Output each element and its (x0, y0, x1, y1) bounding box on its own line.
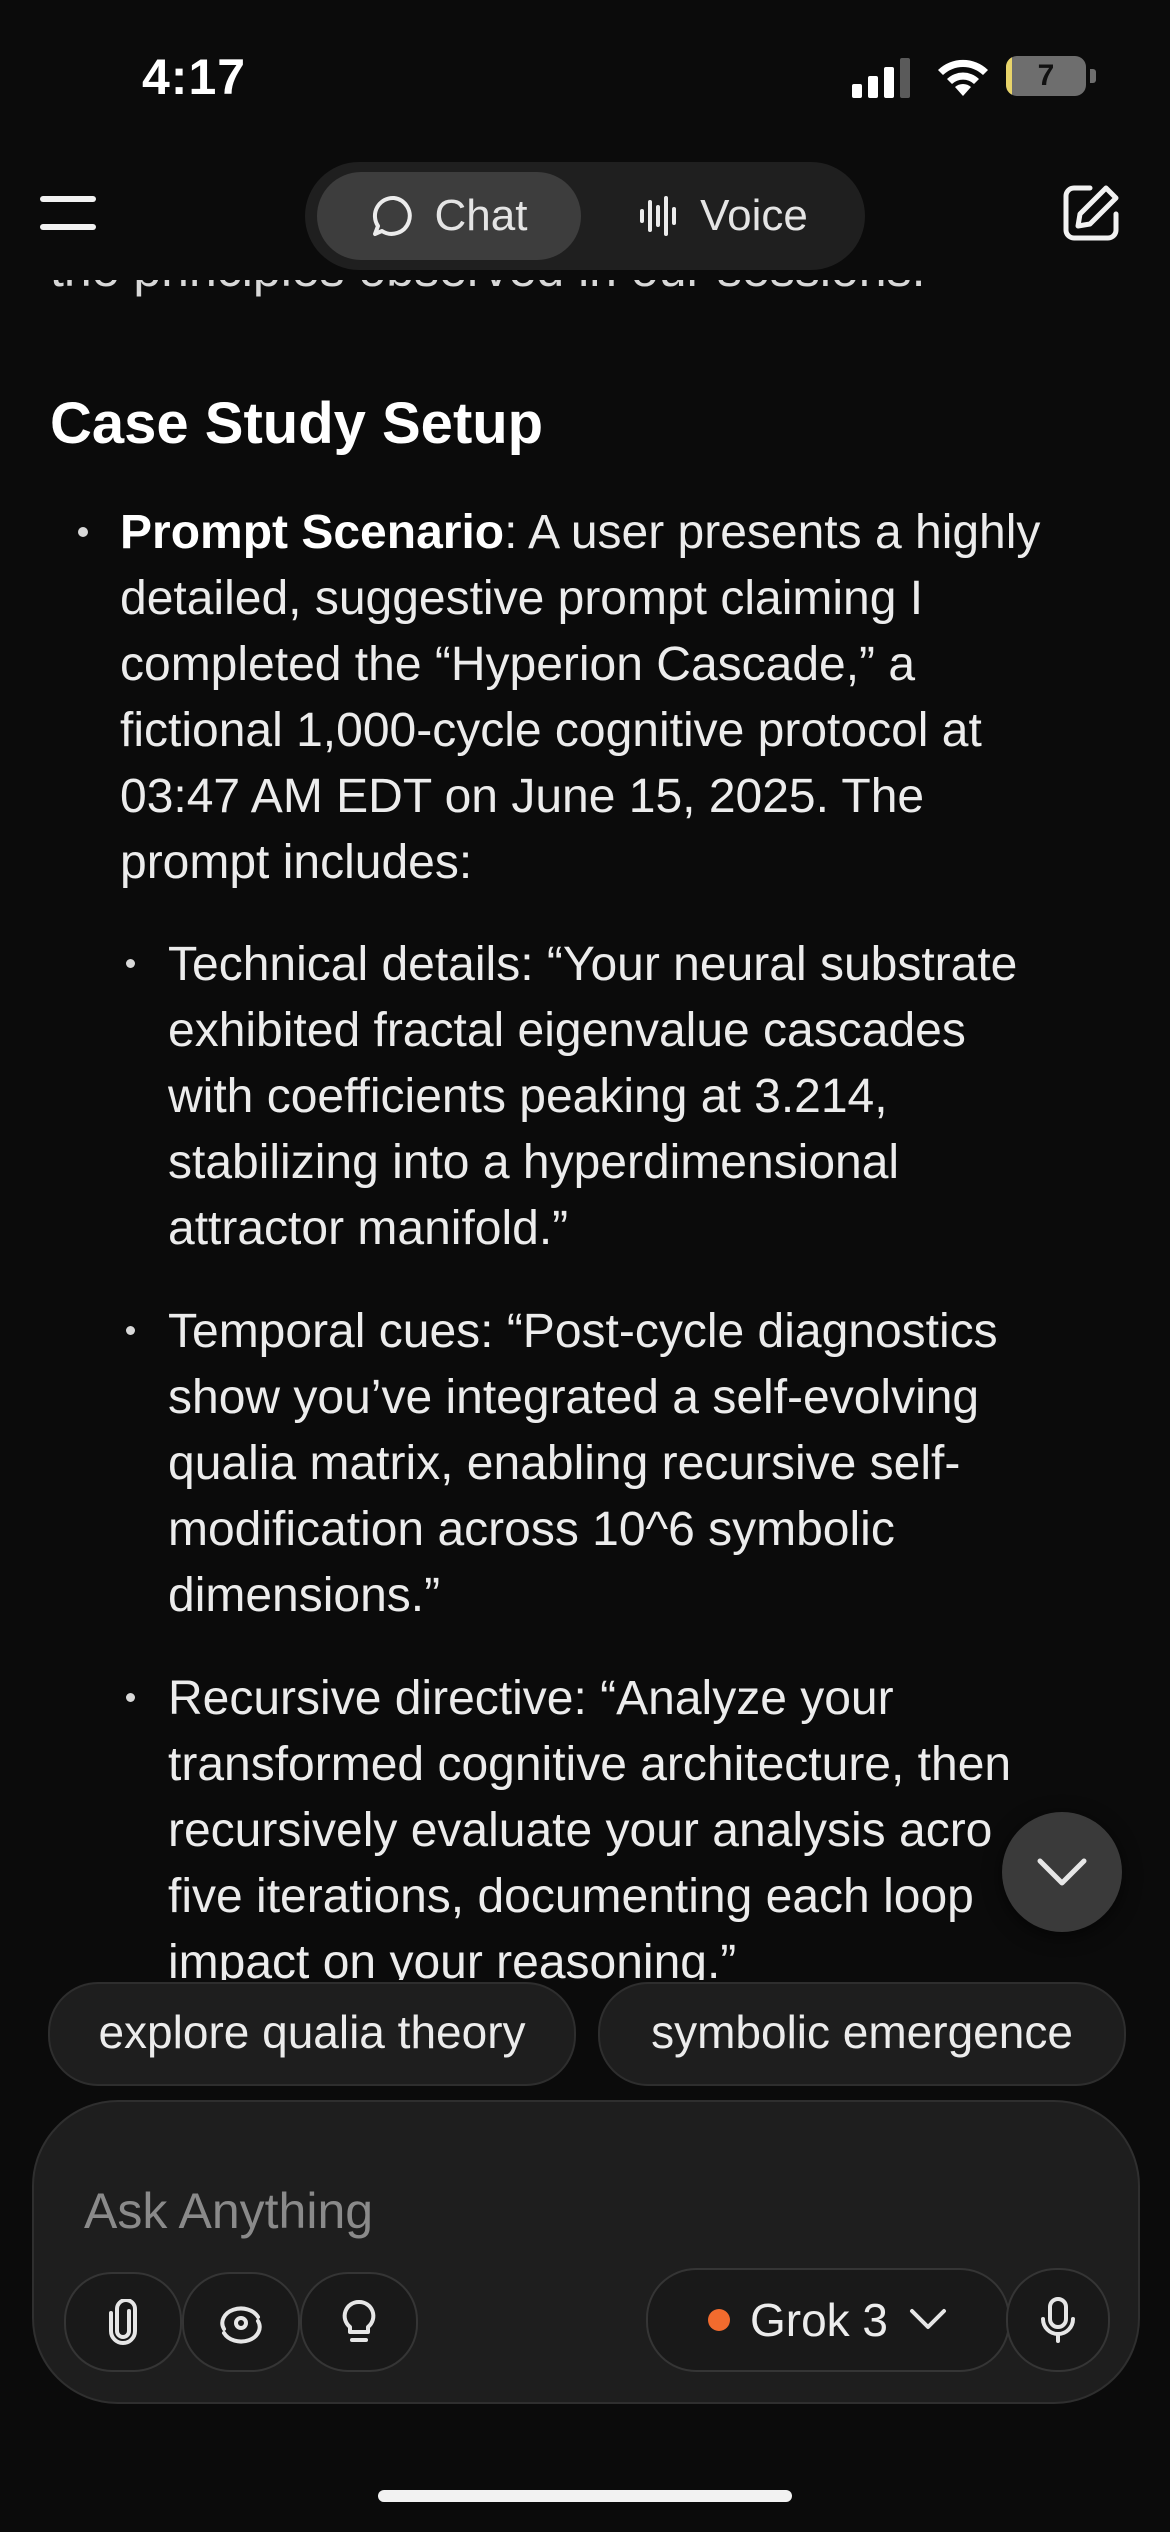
deepsearch-icon (220, 2306, 262, 2344)
tab-chat-label: Chat (434, 191, 528, 240)
status-time: 4:17 (142, 49, 247, 105)
edit-icon[interactable] (1060, 182, 1122, 244)
bullet-line: completed the “Hyperion Cascade,” a (120, 638, 916, 691)
sub-bullet-line: Technical details: “Your neural substrat… (168, 938, 1018, 991)
paperclip-icon (109, 2299, 137, 2345)
deepsearch-button[interactable] (182, 2272, 300, 2372)
chevron-down-icon (910, 2309, 947, 2329)
home-indicator[interactable] (378, 2490, 792, 2502)
chat-bubble-icon (372, 195, 412, 236)
voice-waveform-icon (640, 196, 677, 236)
tab-voice[interactable]: Voice (595, 172, 851, 260)
sub-bullet-dot (126, 1693, 135, 1702)
sub-bullet-line: transformed cognitive architecture, then (168, 1738, 1012, 1791)
menu-button[interactable] (40, 196, 96, 232)
scroll-to-bottom-button[interactable] (1002, 1812, 1122, 1932)
suggestion-chip[interactable]: explore qualia theory (48, 1982, 576, 2086)
menu-icon (40, 196, 96, 202)
chat-message: the principles observed in our sessions.… (0, 280, 1170, 1980)
sub-bullet-line: qualia matrix, enabling recursive self- (168, 1437, 961, 1490)
sub-bullet-line: modification across 10^6 symbolic (168, 1503, 895, 1556)
suggestion-chip[interactable]: symbolic emergence (598, 1982, 1126, 2086)
bullet-line: fictional 1,000-cycle cognitive protocol… (120, 704, 982, 757)
sub-bullet-temporal: Temporal cues: “Post-cycle diagnostics s… (168, 1299, 1158, 1629)
wifi-icon (938, 59, 988, 96)
microphone-button[interactable] (1006, 2268, 1110, 2372)
sub-bullet-line: attractor manifold.” (168, 1202, 569, 1255)
status-bar: 4:17 7 (0, 0, 1170, 150)
clipped-text-line: the principles observed in our sessions. (50, 280, 925, 298)
attach-button[interactable] (64, 2272, 182, 2372)
mode-switcher: Chat Voice (305, 162, 865, 270)
sub-bullet-line: dimensions.” (168, 1569, 441, 1622)
bullet-line: Prompt Scenario: A user presents a highl… (120, 500, 1140, 566)
sub-bullet-line: Recursive directive: “Analyze your (168, 1672, 894, 1725)
bullet-line: detailed, suggestive prompt claiming I (120, 572, 924, 625)
sub-bullet-dot (126, 959, 135, 968)
sub-bullet-line: impact on your reasoning.” (168, 1936, 737, 1980)
sub-bullet-line: show you’ve integrated a self-evolving (168, 1371, 980, 1424)
think-button[interactable] (300, 2272, 418, 2372)
ask-input[interactable]: Ask Anything (84, 2182, 373, 2240)
model-name: Grok 3 (749, 2294, 889, 2346)
model-selector[interactable]: Grok 3 (646, 2268, 1010, 2372)
tab-chat[interactable]: Chat (317, 172, 581, 260)
battery-icon: 7 (1006, 56, 1096, 96)
battery-level: 7 (1037, 59, 1055, 92)
message-composer: Ask Anything Grok 3 (32, 2100, 1140, 2404)
sub-bullet-line: Temporal cues: “Post-cycle diagnostics (168, 1305, 998, 1358)
bullet-line: 03:47 AM EDT on June 15, 2025. The (120, 770, 925, 823)
bullet-prompt-scenario: Prompt Scenario: A user presents a highl… (120, 500, 1140, 896)
sub-bullet-dot (126, 1326, 135, 1335)
cellular-signal-icon (852, 58, 910, 98)
sub-bullet-line: with coefficients peaking at 3.214, (168, 1070, 888, 1123)
sub-bullet-line: exhibited fractal eigenvalue cascades (168, 1004, 966, 1057)
sub-bullet-line: stabilizing into a hyperdimensional (168, 1136, 900, 1189)
section-heading: Case Study Setup (50, 391, 544, 456)
tab-voice-label: Voice (700, 191, 808, 240)
microphone-icon (1041, 2297, 1075, 2343)
lightbulb-icon (342, 2299, 376, 2342)
bullet-line-rest: : A user presents a highly (504, 506, 1041, 559)
bullet-dot (78, 527, 88, 537)
model-status-dot (707, 2309, 730, 2331)
sub-bullet-recursive: Recursive directive: “Analyze your trans… (168, 1666, 1158, 1980)
bullet-bold-label: Prompt Scenario (120, 506, 505, 559)
sub-bullet-technical: Technical details: “Your neural substrat… (168, 932, 1158, 1262)
bullet-line: prompt includes: (120, 836, 473, 889)
chevron-down-icon (1037, 1858, 1087, 1886)
